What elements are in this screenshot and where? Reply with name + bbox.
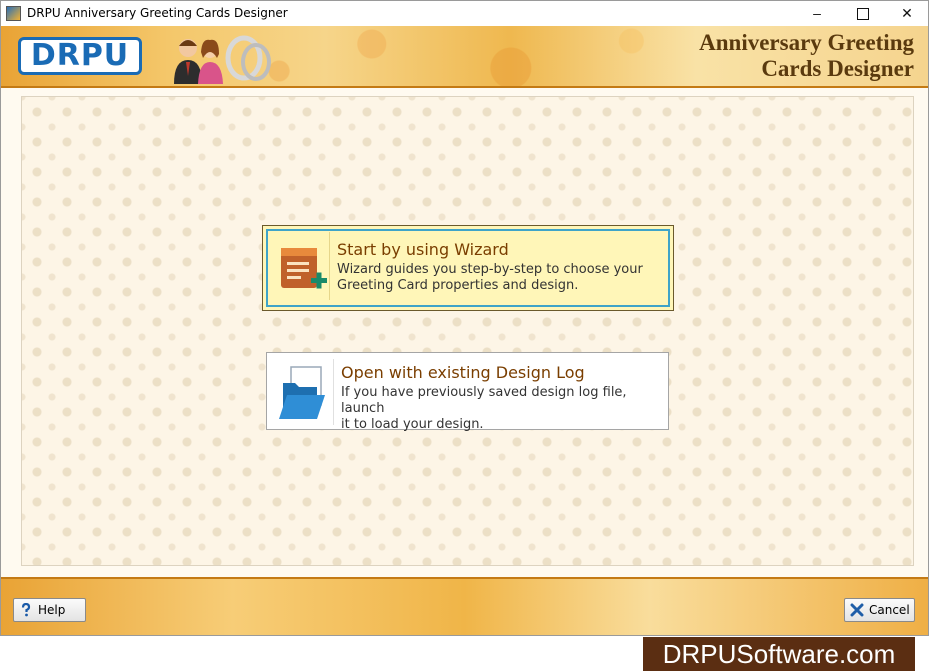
option-divider	[333, 359, 334, 425]
help-button[interactable]: Help	[13, 598, 86, 622]
option-title: Open with existing Design Log	[341, 363, 585, 382]
minimize-button[interactable]: –	[795, 1, 839, 26]
maximize-icon	[857, 8, 869, 21]
desc-line-1: Wizard guides you step-by-step to choose…	[337, 262, 643, 277]
couple-rings-icon	[174, 35, 271, 84]
folder-open-icon	[279, 366, 325, 419]
option-title: Start by using Wizard	[337, 240, 509, 259]
title-bar: DRPU Anniversary Greeting Cards Designer…	[1, 1, 928, 26]
help-icon	[21, 603, 31, 617]
options-panel	[21, 96, 914, 566]
heading-line-1: Anniversary Greeting	[699, 30, 914, 55]
app-window: DRPU Anniversary Greeting Cards Designer…	[0, 0, 929, 636]
desc-line-1: If you have previously saved design log …	[341, 385, 627, 416]
option-description: Wizard guides you step-by-step to choose…	[337, 262, 643, 294]
footer-bar: Help Cancel	[1, 577, 928, 635]
start-wizard-option[interactable]: Start by using Wizard Wizard guides you …	[262, 225, 674, 311]
option-divider	[329, 232, 330, 300]
cancel-label: Cancel	[869, 603, 910, 617]
option-description: If you have previously saved design log …	[341, 385, 668, 433]
header-banner: DRPU Anniversary Greeting Cards Designer	[1, 26, 928, 88]
heading-line-2: Cards Designer	[761, 56, 914, 81]
desc-line-2: it to load your design.	[341, 417, 484, 432]
desc-line-2: Greeting Card properties and design.	[337, 278, 579, 293]
cancel-button[interactable]: Cancel	[844, 598, 915, 622]
cancel-x-icon	[850, 603, 864, 617]
help-label: Help	[38, 603, 66, 617]
drpu-logo: DRPU	[18, 37, 142, 75]
close-button[interactable]: ✕	[885, 1, 928, 26]
maximize-button[interactable]	[841, 1, 885, 26]
main-area	[1, 88, 928, 577]
open-design-log-option[interactable]: Open with existing Design Log If you hav…	[266, 352, 669, 433]
window-title: DRPU Anniversary Greeting Cards Designer	[27, 6, 288, 20]
website-watermark: DRPUSoftware.com	[643, 637, 915, 671]
app-icon[interactable]	[6, 6, 21, 21]
wizard-icon	[281, 248, 327, 289]
app-heading: Anniversary Greeting Cards Designer	[699, 30, 914, 82]
